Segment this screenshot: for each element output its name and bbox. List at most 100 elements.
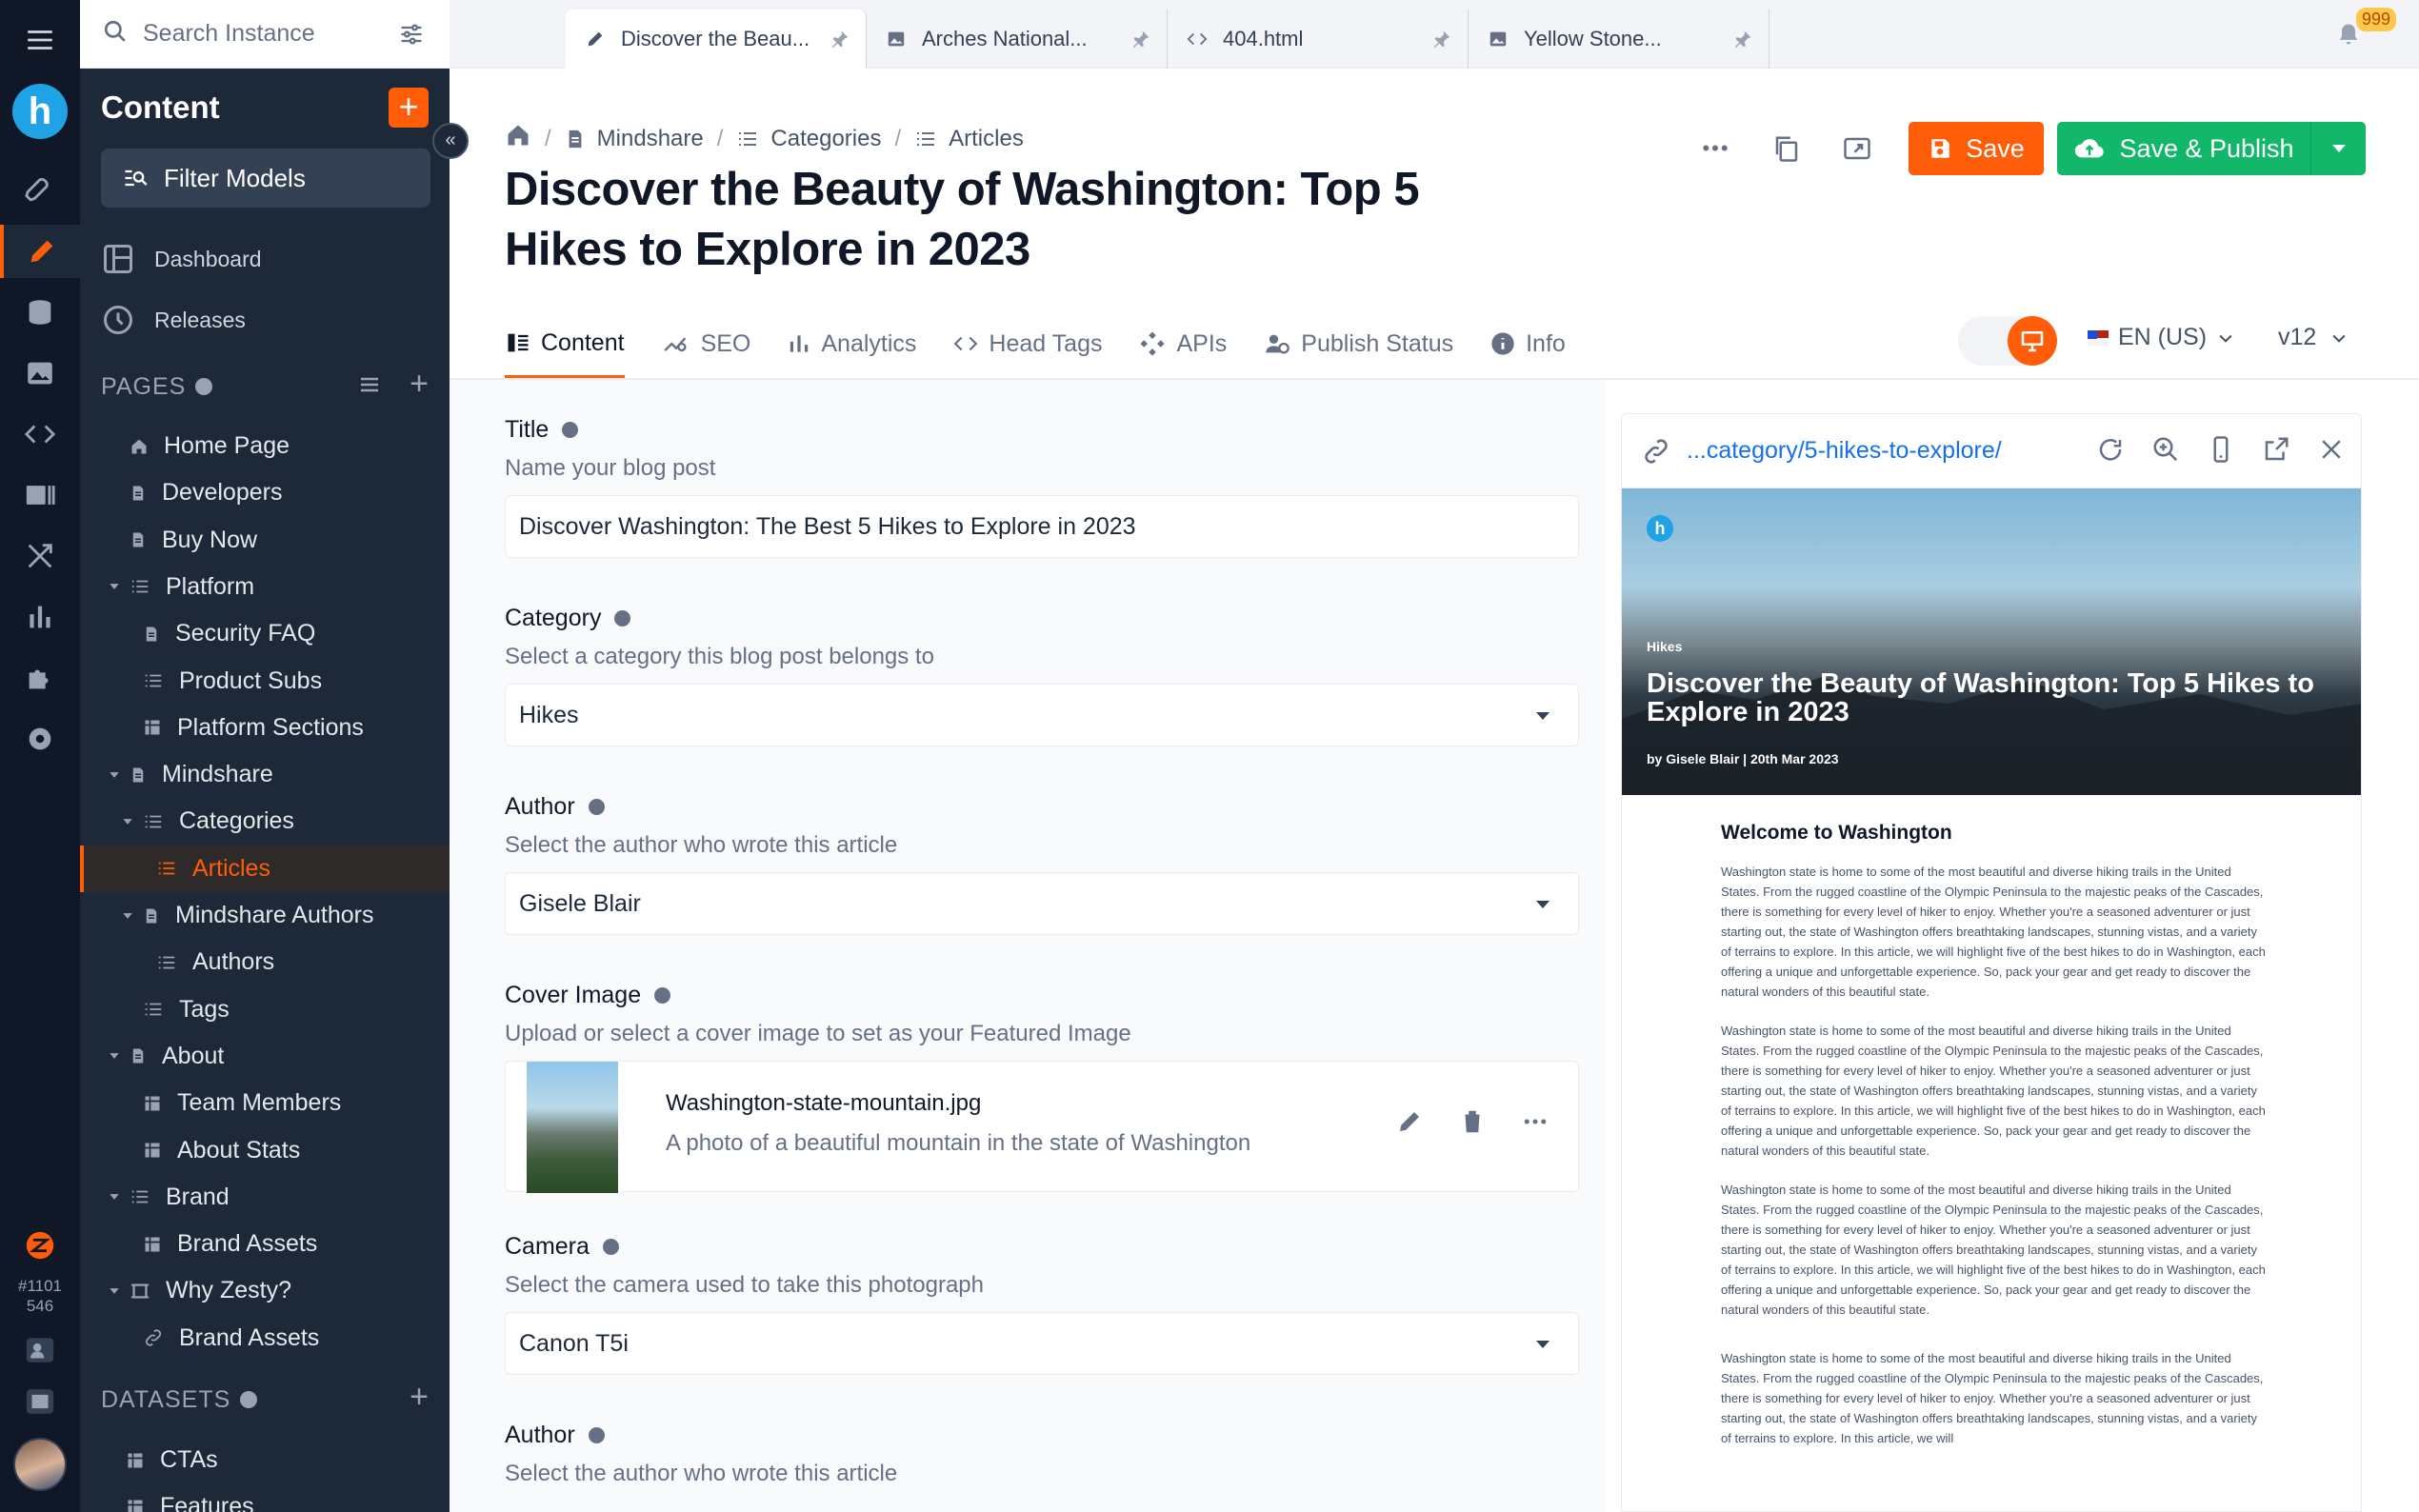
pin-icon[interactable] — [1130, 29, 1151, 55]
code-icon[interactable] — [0, 408, 80, 461]
info-icon[interactable] — [588, 1427, 605, 1443]
redirects-icon[interactable] — [0, 529, 80, 583]
sidebar-tree-item[interactable]: Home Page — [80, 423, 450, 469]
dataset-item-ctas[interactable]: CTAs — [80, 1437, 450, 1483]
camera-select[interactable]: Canon T5i — [505, 1312, 1579, 1375]
sidebar-tree-item[interactable]: Platform Sections — [80, 705, 450, 751]
breadcrumb-categories[interactable]: Categories — [736, 126, 881, 152]
caret-down-icon[interactable] — [105, 1190, 124, 1204]
avatar[interactable] — [13, 1438, 67, 1491]
info-icon[interactable] — [602, 1239, 619, 1255]
caret-down-icon[interactable] — [105, 1049, 124, 1063]
sidebar-tree-item[interactable]: Brand — [80, 1174, 450, 1221]
duplicate-button[interactable] — [1758, 122, 1815, 175]
collapse-sidebar-button[interactable]: « — [432, 123, 469, 159]
media-icon[interactable] — [0, 347, 80, 400]
author-select[interactable]: Gisele Blair — [505, 872, 1579, 935]
edit-pencil-icon[interactable] — [1395, 1107, 1424, 1136]
home-icon[interactable] — [505, 122, 531, 155]
sidebar-tree-item[interactable]: About — [80, 1033, 450, 1080]
info-icon[interactable] — [562, 422, 579, 438]
tab-discover-the-beauty[interactable]: Discover the Beau... — [566, 10, 867, 69]
database-icon[interactable] — [0, 286, 80, 339]
info-icon[interactable] — [588, 799, 605, 815]
sidebar-tree-item[interactable]: Mindshare — [80, 751, 450, 798]
apps-puzzle-icon[interactable] — [0, 651, 80, 705]
title-input[interactable]: Discover Washington: The Best 5 Hikes to… — [505, 495, 1579, 558]
settings-gear-icon[interactable] — [0, 712, 80, 766]
pin-icon[interactable] — [1431, 29, 1452, 55]
sidebar-tree-item[interactable]: Brand Assets — [80, 1315, 450, 1362]
sidebar-tree-item[interactable]: Categories — [80, 798, 450, 845]
tab-apis[interactable]: APIs — [1138, 318, 1227, 369]
tab-content[interactable]: Content — [505, 318, 625, 379]
search-instance-bar[interactable]: Search Instance — [80, 0, 450, 69]
sidebar-tree-item[interactable]: Articles — [80, 845, 450, 892]
preview-window-button[interactable] — [1829, 122, 1886, 175]
sidebar-tree-item[interactable]: Platform — [80, 564, 450, 610]
menu-icon[interactable] — [0, 13, 80, 67]
info-icon[interactable] — [654, 987, 671, 1004]
sidebar-tree-item[interactable]: Buy Now — [80, 517, 450, 564]
app-logo[interactable]: h — [12, 84, 68, 139]
publish-options-dropdown[interactable] — [2310, 122, 2366, 175]
rocket-icon[interactable] — [0, 164, 80, 217]
mobile-device-icon[interactable] — [2207, 435, 2235, 464]
reorder-icon[interactable] — [358, 373, 381, 396]
reports-icon[interactable] — [0, 590, 80, 644]
tab-info[interactable]: Info — [1489, 318, 1566, 369]
preview-toggle[interactable] — [1958, 316, 2057, 366]
breadcrumb-mindshare[interactable]: Mindshare — [565, 126, 704, 152]
trash-icon[interactable] — [1458, 1107, 1487, 1136]
version-selector[interactable]: v12 — [2278, 324, 2349, 351]
sidebar-tree-item[interactable]: Mindshare Authors — [80, 892, 450, 939]
sidebar-tree-item[interactable]: Tags — [80, 986, 450, 1033]
sidebar-tree-item[interactable]: Brand Assets — [80, 1221, 450, 1267]
zoom-icon[interactable] — [2151, 435, 2180, 464]
preview-url-link[interactable]: ...category/5-hikes-to-explore/ — [1687, 437, 2002, 465]
save-button[interactable]: Save — [1909, 122, 2044, 175]
docs-icon[interactable] — [0, 1375, 80, 1428]
more-options-button[interactable]: ••• — [1688, 122, 1745, 175]
save-and-publish-button[interactable]: Save & Publish — [2057, 122, 2310, 175]
category-select[interactable]: Hikes — [505, 684, 1579, 746]
more-horizontal-icon[interactable] — [1521, 1107, 1549, 1136]
caret-down-icon[interactable] — [118, 815, 137, 828]
dataset-item-features[interactable]: Features — [80, 1483, 450, 1512]
sidebar-tree-item[interactable]: Security FAQ — [80, 610, 450, 657]
sidebar-tree-item[interactable]: Why Zesty? — [80, 1267, 450, 1314]
tab-head-tags[interactable]: Head Tags — [952, 318, 1102, 369]
close-icon[interactable] — [2317, 435, 2346, 464]
tab-publish-status[interactable]: Publish Status — [1263, 318, 1453, 369]
search-input[interactable]: Search Instance — [143, 20, 315, 48]
team-icon[interactable] — [0, 1323, 80, 1377]
pin-icon[interactable] — [1732, 29, 1753, 55]
caret-down-icon[interactable] — [105, 580, 124, 593]
leads-icon[interactable] — [0, 468, 80, 522]
sidebar-tree-item[interactable]: Product Subs — [80, 658, 450, 705]
open-external-icon[interactable] — [2262, 435, 2290, 464]
tab-analytics[interactable]: Analytics — [787, 318, 916, 369]
caret-down-icon[interactable] — [118, 909, 137, 923]
cover-image-thumbnail[interactable] — [527, 1062, 618, 1193]
caret-down-icon[interactable] — [105, 1284, 124, 1298]
add-dataset-icon[interactable]: + — [410, 1379, 429, 1416]
filter-tune-icon[interactable] — [398, 21, 425, 52]
zesty-logo-icon[interactable] — [0, 1219, 80, 1272]
content-pencil-icon[interactable] — [0, 225, 80, 278]
cover-image-card[interactable]: Washington-state-mountain.jpg A photo of… — [505, 1061, 1579, 1193]
pin-icon[interactable] — [830, 29, 850, 55]
add-page-icon[interactable]: + — [410, 366, 429, 403]
breadcrumb-articles[interactable]: Articles — [914, 126, 1024, 152]
sidebar-tree-item[interactable]: About Stats — [80, 1127, 450, 1174]
add-content-button[interactable]: + — [389, 88, 429, 128]
sidebar-link-dashboard[interactable]: Dashboard — [101, 234, 262, 284]
language-selector[interactable]: EN (US) — [2088, 324, 2235, 351]
tab-yellow-stone[interactable]: Yellow Stone... — [1469, 10, 1769, 69]
tab-arches-national[interactable]: Arches National... — [867, 10, 1168, 69]
sidebar-tree-item[interactable]: Authors — [80, 939, 450, 985]
refresh-icon[interactable] — [2096, 435, 2125, 464]
sidebar-link-releases[interactable]: Releases — [101, 295, 246, 345]
info-icon[interactable] — [614, 610, 631, 627]
caret-down-icon[interactable] — [105, 768, 124, 782]
